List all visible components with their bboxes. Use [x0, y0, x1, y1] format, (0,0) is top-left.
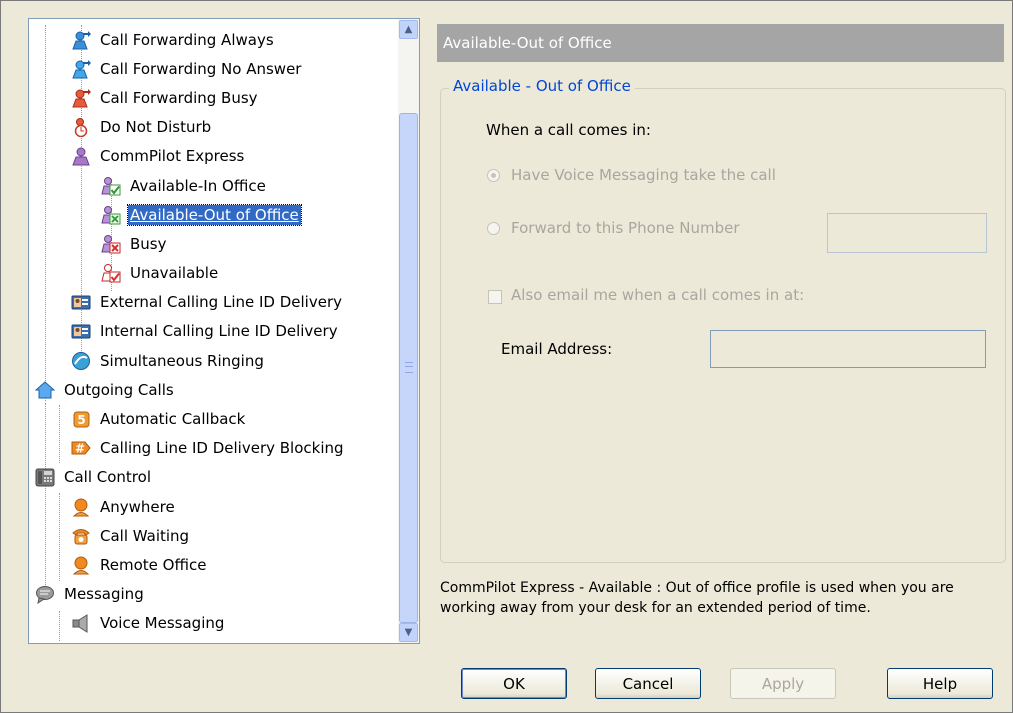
tree-item-label: Call Waiting [100, 526, 190, 545]
tree-list: Call Forwarding Always Call Forwarding N… [29, 25, 397, 638]
tree-item-commpilot-express[interactable]: CommPilot Express [29, 142, 397, 171]
ok-button[interactable]: OK [461, 668, 567, 699]
tree-item-outgoing-calls[interactable]: Outgoing Calls [29, 375, 397, 404]
tree-item-external-clid-delivery[interactable]: External Calling Line ID Delivery [29, 288, 397, 317]
also-email-label[interactable]: Also email me when a call comes in at: [511, 286, 804, 304]
when-call-label: When a call comes in: [486, 121, 651, 139]
person-out-of-office-icon [101, 205, 121, 225]
email-address-label: Email Address: [501, 340, 613, 358]
tree-item-call-forwarding-no-answer[interactable]: Call Forwarding No Answer [29, 54, 397, 83]
tree-item-label: Calling Line ID Delivery Blocking [100, 439, 344, 458]
tree-item-label: Call Forwarding Always [100, 30, 274, 49]
tree-item-internal-clid-delivery[interactable]: Internal Calling Line ID Delivery [29, 317, 397, 346]
orange-person-icon [71, 497, 91, 517]
tree-item-label: External Calling Line ID Delivery [100, 293, 342, 312]
callback-icon: 5 [71, 409, 91, 429]
tree-item-label: Call Forwarding Busy [100, 88, 258, 107]
tree-item-messaging[interactable]: Messaging [29, 580, 397, 609]
call-waiting-icon [71, 526, 91, 546]
tree-item-label: Do Not Disturb [100, 118, 212, 137]
person-busy-icon [101, 234, 121, 254]
feature-tree[interactable]: Call Forwarding Always Call Forwarding N… [28, 18, 420, 644]
tree-item-label: Voice Messaging [100, 614, 225, 633]
tree-item-label: Call Control [64, 468, 151, 487]
scroll-grip-icon [405, 362, 413, 373]
apply-button[interactable]: Apply [730, 668, 836, 699]
forward-number-radio[interactable] [487, 222, 500, 235]
tree-item-label: Remote Office [100, 555, 207, 574]
tree-item-unavailable[interactable]: Unavailable [29, 259, 397, 288]
also-email-checkbox[interactable] [488, 290, 502, 304]
tree-item-label-selected: Available-Out of Office [127, 203, 302, 226]
orange-person-icon [71, 555, 91, 575]
tree-item-anywhere[interactable]: Anywhere [29, 492, 397, 521]
voice-messaging-radio-label[interactable]: Have Voice Messaging take the call [511, 166, 776, 184]
tree-item-label: Anywhere [100, 497, 175, 516]
speech-bubble-icon [35, 584, 55, 605]
tree-scrollbar[interactable]: ▲ ▼ [398, 19, 419, 643]
tree-item-available-out-of-office[interactable]: Available-Out of Office [29, 200, 397, 229]
tree-item-label: CommPilot Express [100, 147, 245, 166]
scroll-thumb[interactable] [399, 113, 418, 623]
person-unavailable-icon [101, 263, 121, 283]
tree-item-simultaneous-ringing[interactable]: Simultaneous Ringing [29, 346, 397, 375]
tree-item-label: Call Forwarding No Answer [100, 59, 302, 78]
group-title: Available - Out of Office [449, 77, 635, 95]
panel-header-title: Available-Out of Office [443, 34, 612, 52]
tree-item-do-not-disturb[interactable]: Do Not Disturb [29, 113, 397, 142]
tree-item-label: Outgoing Calls [64, 380, 174, 399]
email-address-field[interactable] [710, 330, 986, 368]
person-forward-busy-icon [71, 88, 91, 108]
person-commpilot-icon [71, 146, 91, 166]
house-icon [35, 380, 55, 400]
help-button[interactable]: Help [887, 668, 993, 699]
person-do-not-disturb-icon [71, 117, 91, 138]
scroll-up-button[interactable]: ▲ [399, 20, 418, 39]
tree-item-voice-messaging[interactable]: Voice Messaging [29, 609, 397, 638]
tree-item-label: Messaging [64, 585, 144, 604]
tree-item-label: Busy [130, 234, 167, 253]
tree-item-label: Automatic Callback [100, 410, 246, 429]
phone-icon [35, 467, 55, 487]
svg-text:#: # [75, 442, 85, 456]
hash-block-icon: # [71, 438, 91, 458]
speaker-icon [71, 613, 91, 634]
tree-item-call-waiting[interactable]: Call Waiting [29, 521, 397, 550]
tree-item-label: Simultaneous Ringing [100, 351, 264, 370]
forward-number-field[interactable] [827, 213, 987, 253]
person-forward-no-answer-icon [71, 59, 91, 79]
forward-number-radio-label[interactable]: Forward to this Phone Number [511, 219, 740, 237]
globe-icon [71, 351, 91, 371]
tree-item-automatic-callback[interactable]: 5 Automatic Callback [29, 404, 397, 433]
panel-header: Available-Out of Office [437, 24, 1004, 62]
tree-item-clid-delivery-blocking[interactable]: # Calling Line ID Delivery Blocking [29, 434, 397, 463]
svg-text:5: 5 [77, 413, 85, 427]
person-check-icon [101, 176, 121, 196]
tree-item-call-control[interactable]: Call Control [29, 463, 397, 492]
tree-item-busy[interactable]: Busy [29, 229, 397, 258]
tree-item-available-in-office[interactable]: Available-In Office [29, 171, 397, 200]
tree-item-label: Available-In Office [130, 176, 266, 195]
id-card-icon [71, 321, 91, 341]
tree-item-label: Unavailable [130, 264, 219, 283]
profile-description: CommPilot Express - Available : Out of o… [440, 580, 954, 616]
id-card-icon [71, 292, 91, 312]
tree-item-remote-office[interactable]: Remote Office [29, 550, 397, 579]
scroll-down-button[interactable]: ▼ [399, 623, 418, 642]
settings-group-box [440, 88, 1006, 563]
tree-item-call-forwarding-always[interactable]: Call Forwarding Always [29, 25, 397, 54]
voice-messaging-radio[interactable] [487, 169, 500, 182]
cancel-button[interactable]: Cancel [595, 668, 701, 699]
person-forward-icon [71, 30, 91, 50]
tree-item-label: Internal Calling Line ID Delivery [100, 322, 338, 341]
tree-item-call-forwarding-busy[interactable]: Call Forwarding Busy [29, 83, 397, 112]
